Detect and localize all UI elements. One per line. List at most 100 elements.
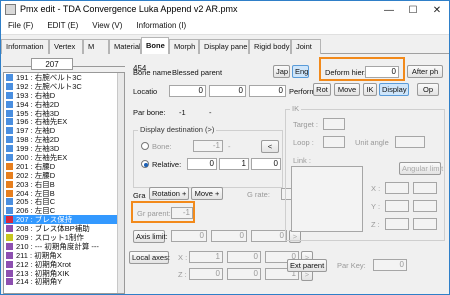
bone-list-item[interactable]: 211 : 初期角X: [4, 251, 124, 260]
axis-limit-z-field[interactable]: 0: [251, 230, 287, 242]
operation-toggle[interactable]: Op: [417, 83, 439, 96]
ik-loop-field[interactable]: [323, 136, 345, 148]
local-axes-button[interactable]: Local axes:: [129, 251, 170, 264]
bone-list-item[interactable]: 202 : 左腰D: [4, 171, 124, 180]
bone-list-panel: 207 191 : 右腕ベルト3C 192 : 左腕ベルト3C 193 : 右袖D 1…: [3, 56, 125, 294]
menu-view[interactable]: View (V): [85, 19, 129, 34]
ik-link-list[interactable]: [291, 166, 363, 232]
bone-list-item-label: 206 : 左目C: [16, 206, 56, 216]
dest-relative-z-field[interactable]: 0: [251, 158, 281, 170]
bone-list-item[interactable]: 198 : 左袖2D: [4, 135, 124, 144]
menu-edit[interactable]: EDIT (E): [40, 19, 85, 34]
location-x-field[interactable]: 0: [169, 85, 206, 97]
tab-vertex[interactable]: Vertex: [49, 39, 83, 54]
bone-list-item[interactable]: 199 : 左袖3D: [4, 144, 124, 153]
ik-y-min-field[interactable]: [385, 200, 409, 212]
move-toggle[interactable]: Move: [334, 83, 360, 96]
bone-list-item[interactable]: 214 : 初期角Y: [4, 277, 124, 286]
bone-list-item[interactable]: 210 : --- 初期角度計算 ---: [4, 242, 124, 251]
bone-list-item[interactable]: 208 : ブレス体BP補助: [4, 224, 124, 233]
tab-bone[interactable]: Bone: [141, 37, 169, 54]
ik-target-field[interactable]: [323, 118, 345, 130]
maximize-icon[interactable]: ☐: [401, 1, 425, 19]
ik-y-max-field[interactable]: [413, 200, 437, 212]
axis-limit-y-field[interactable]: 0: [211, 230, 247, 242]
list-scrollbar[interactable]: [117, 73, 124, 293]
ik-target-label: Target :: [293, 120, 319, 129]
bone-color-swatch: [6, 136, 13, 144]
tab-m[interactable]: M: [83, 39, 109, 54]
grant-move-button[interactable]: Move +: [191, 187, 223, 200]
after-physics-button[interactable]: After ph: [407, 65, 443, 78]
bone-list-item[interactable]: 206 : 左目C: [4, 206, 124, 215]
dest-bone-radio[interactable]: [141, 142, 149, 150]
parent-key-field[interactable]: 0: [373, 259, 407, 271]
bone-list-item-label: 201 : 右腰D: [16, 161, 56, 171]
minimize-icon[interactable]: —: [377, 1, 401, 19]
japanese-name-button[interactable]: Jap: [273, 65, 290, 78]
bone-list-item[interactable]: 193 : 右袖D: [4, 91, 124, 100]
menu-file[interactable]: File (F): [1, 19, 40, 34]
selected-index-field[interactable]: 207: [31, 58, 73, 70]
bone-list-item[interactable]: 194 : 右袖2D: [4, 100, 124, 109]
external-parent-button[interactable]: Ext parent: [287, 259, 327, 272]
ik-z-min-field[interactable]: [385, 218, 409, 230]
bone-color-swatch: [6, 180, 13, 188]
bone-color-swatch: [6, 74, 13, 81]
bone-list-item[interactable]: 197 : 左袖D: [4, 126, 124, 135]
bone-list-item[interactable]: 203 : 右目B: [4, 180, 124, 189]
bone-list-item[interactable]: 212 : 初期角Xrot: [4, 260, 124, 269]
rotate-toggle[interactable]: Rot: [313, 83, 331, 96]
local-x-2-field[interactable]: 0: [227, 251, 261, 263]
bone-list-item-selected[interactable]: 207 : ブレス保持: [4, 215, 124, 224]
tab-morph[interactable]: Morph: [169, 39, 199, 54]
bone-list-item-label: 203 : 右目B: [16, 179, 55, 189]
dest-relative-x-field[interactable]: 0: [187, 158, 217, 170]
angular-limit-button[interactable]: Angular limit: [399, 162, 443, 175]
location-z-field[interactable]: 0: [249, 85, 286, 97]
tab-display-pane[interactable]: Display pane: [199, 39, 249, 54]
bone-list-item[interactable]: 200 : 左袖先EX: [4, 153, 124, 162]
menu-information[interactable]: Information (I): [129, 19, 193, 34]
axis-limit-button[interactable]: Axis limit:: [133, 230, 168, 243]
display-toggle[interactable]: Display: [379, 83, 409, 96]
tab-material[interactable]: Material: [109, 39, 141, 54]
bone-list-item[interactable]: 192 : 左腕ベルト3C: [4, 82, 124, 91]
tab-joint[interactable]: Joint: [291, 39, 321, 54]
tab-information[interactable]: Information: [1, 39, 49, 54]
grant-rotation-button[interactable]: Rotation +: [149, 187, 189, 200]
bone-name-value: Blessed parent: [172, 68, 223, 77]
bone-list-item[interactable]: 209 : スロット1制作: [4, 233, 124, 242]
local-z-2-field[interactable]: 0: [227, 268, 261, 280]
bone-list-item[interactable]: 201 : 右腰D: [4, 162, 124, 171]
axis-limit-x-field[interactable]: 0: [171, 230, 207, 242]
local-x-1-field[interactable]: 1: [189, 251, 223, 263]
parent-bone-label: Par bone:: [133, 108, 166, 117]
ik-toggle[interactable]: IK: [363, 83, 377, 96]
ik-y-label: Y :: [371, 202, 381, 211]
location-y-field[interactable]: 0: [209, 85, 246, 97]
ik-unit-angle-field[interactable]: [395, 136, 425, 148]
bone-list[interactable]: 191 : 右腕ベルト3C 192 : 左腕ベルト3C 193 : 右袖D 194 :…: [3, 72, 125, 294]
deform-hier-highlight: [319, 57, 405, 81]
dest-bone-button[interactable]: <: [261, 140, 279, 153]
bone-list-item[interactable]: 191 : 右腕ベルト3C: [4, 73, 124, 82]
ik-unit-angle-label: Unit angle: [355, 138, 389, 147]
bone-list-item[interactable]: 196 : 右袖先EX: [4, 117, 124, 126]
dest-bone-field[interactable]: -1: [193, 140, 223, 152]
ik-x-max-field[interactable]: [413, 182, 437, 194]
dest-relative-y-field[interactable]: 1: [219, 158, 249, 170]
location-label: Locatio: [133, 87, 158, 96]
bone-list-item-label: 212 : 初期角Xrot: [16, 259, 72, 269]
dest-relative-radio[interactable]: [141, 160, 149, 168]
bone-list-item-label: 200 : 左袖先EX: [16, 153, 68, 163]
bone-list-item-label: 191 : 右腕ベルト3C: [16, 73, 82, 82]
tab-rigid-body[interactable]: Rigid body: [249, 39, 291, 54]
english-name-button[interactable]: Eng: [292, 65, 309, 78]
grant-label: Gra: [133, 191, 146, 200]
close-icon[interactable]: ✕: [425, 1, 449, 19]
local-z-1-field[interactable]: 0: [189, 268, 223, 280]
ik-z-max-field[interactable]: [413, 218, 437, 230]
grant-rate-label: G rate:: [247, 190, 270, 199]
ik-x-min-field[interactable]: [385, 182, 409, 194]
